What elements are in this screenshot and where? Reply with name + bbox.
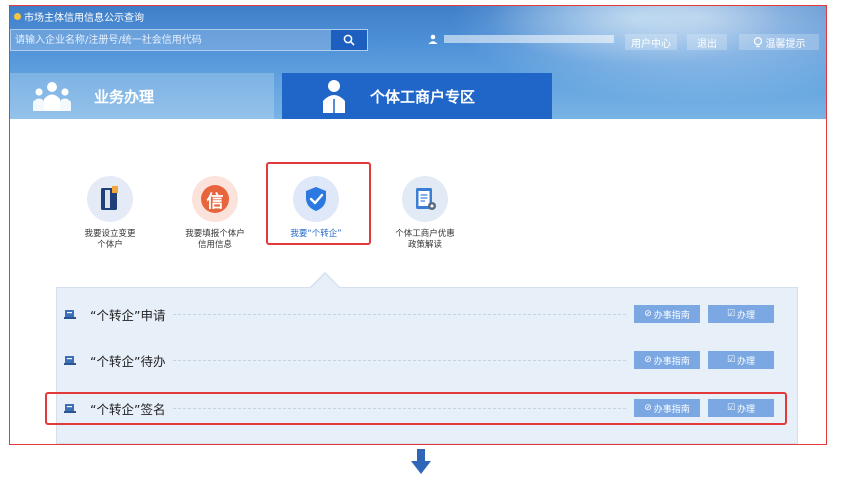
guide-button[interactable]: ⊘ 办事指南 <box>634 305 700 323</box>
row-title: “个转企”待办 <box>90 353 166 369</box>
checkbox-icon: ☑ <box>726 309 736 319</box>
search-icon <box>343 34 355 46</box>
list-item: “个转企”待办 ⊘ 办事指南 ☑ 办理 <box>64 350 774 370</box>
down-arrow-icon <box>411 449 431 474</box>
row-title: “个转企”申请 <box>90 307 166 323</box>
tips-link[interactable]: 温馨提示 <box>739 34 819 50</box>
document-icon <box>64 310 76 319</box>
service-label: 信用信息 <box>197 240 232 250</box>
service-label: 我要填报个体户 <box>185 229 245 239</box>
checkbox-icon: ☑ <box>726 355 736 365</box>
policy-document-icon <box>416 188 436 210</box>
people-group-icon <box>33 82 71 111</box>
guide-button[interactable]: ⊘ 办事指南 <box>634 351 700 369</box>
handle-button[interactable]: ☑ 办理 <box>708 305 774 323</box>
user-area <box>428 34 614 44</box>
user-name-redacted <box>444 35 614 43</box>
service-label: 个体户 <box>97 240 123 250</box>
header-banner: 市场主体信用信息公示查询 用户中心 退出 <box>10 6 826 119</box>
logout-link[interactable]: 退出 <box>687 34 727 50</box>
page-frame: 市场主体信用信息公示查询 用户中心 退出 <box>9 5 827 445</box>
service-policy-interpretation[interactable]: 个体工商户优惠 政策解读 <box>380 176 470 251</box>
site-logo-icon <box>14 13 21 20</box>
search-input[interactable] <box>11 30 329 50</box>
user-icon <box>428 34 438 44</box>
service-setup-change[interactable]: 我要设立变更 个体户 <box>65 176 155 251</box>
lightbulb-icon <box>753 36 762 47</box>
tips-link-label: 温馨提示 <box>765 38 806 50</box>
tab-business-label: 业务办理 <box>94 87 155 106</box>
tab-individual-business[interactable]: 个体工商户专区 <box>282 73 552 119</box>
service-label: 我要设立变更 <box>84 229 136 239</box>
search-bar <box>10 29 368 51</box>
person-icon <box>323 80 345 113</box>
credit-xin-icon: 信 <box>201 185 229 213</box>
list-item: “个转企”申请 ⊘ 办事指南 ☑ 办理 <box>64 304 774 324</box>
service-credit-report[interactable]: 信 我要填报个体户 信用信息 <box>170 176 260 251</box>
highlight-box-service <box>266 162 371 245</box>
compass-icon: ⊘ <box>644 355 652 365</box>
site-title-text: 市场主体信用信息公示查询 <box>24 13 144 24</box>
handle-button[interactable]: ☑ 办理 <box>708 351 774 369</box>
document-icon <box>64 356 76 365</box>
service-label: 个体工商户优惠 <box>395 229 455 239</box>
compass-icon: ⊘ <box>644 309 652 319</box>
service-label: 政策解读 <box>407 240 442 250</box>
user-center-link[interactable]: 用户中心 <box>625 34 677 50</box>
folder-binder-icon <box>101 186 118 210</box>
highlight-box-sign-row <box>45 392 787 425</box>
tab-business[interactable]: 业务办理 <box>10 73 274 119</box>
site-title[interactable]: 市场主体信用信息公示查询 <box>14 9 144 24</box>
tab-individual-label: 个体工商户专区 <box>370 87 476 106</box>
search-button[interactable] <box>331 30 367 50</box>
